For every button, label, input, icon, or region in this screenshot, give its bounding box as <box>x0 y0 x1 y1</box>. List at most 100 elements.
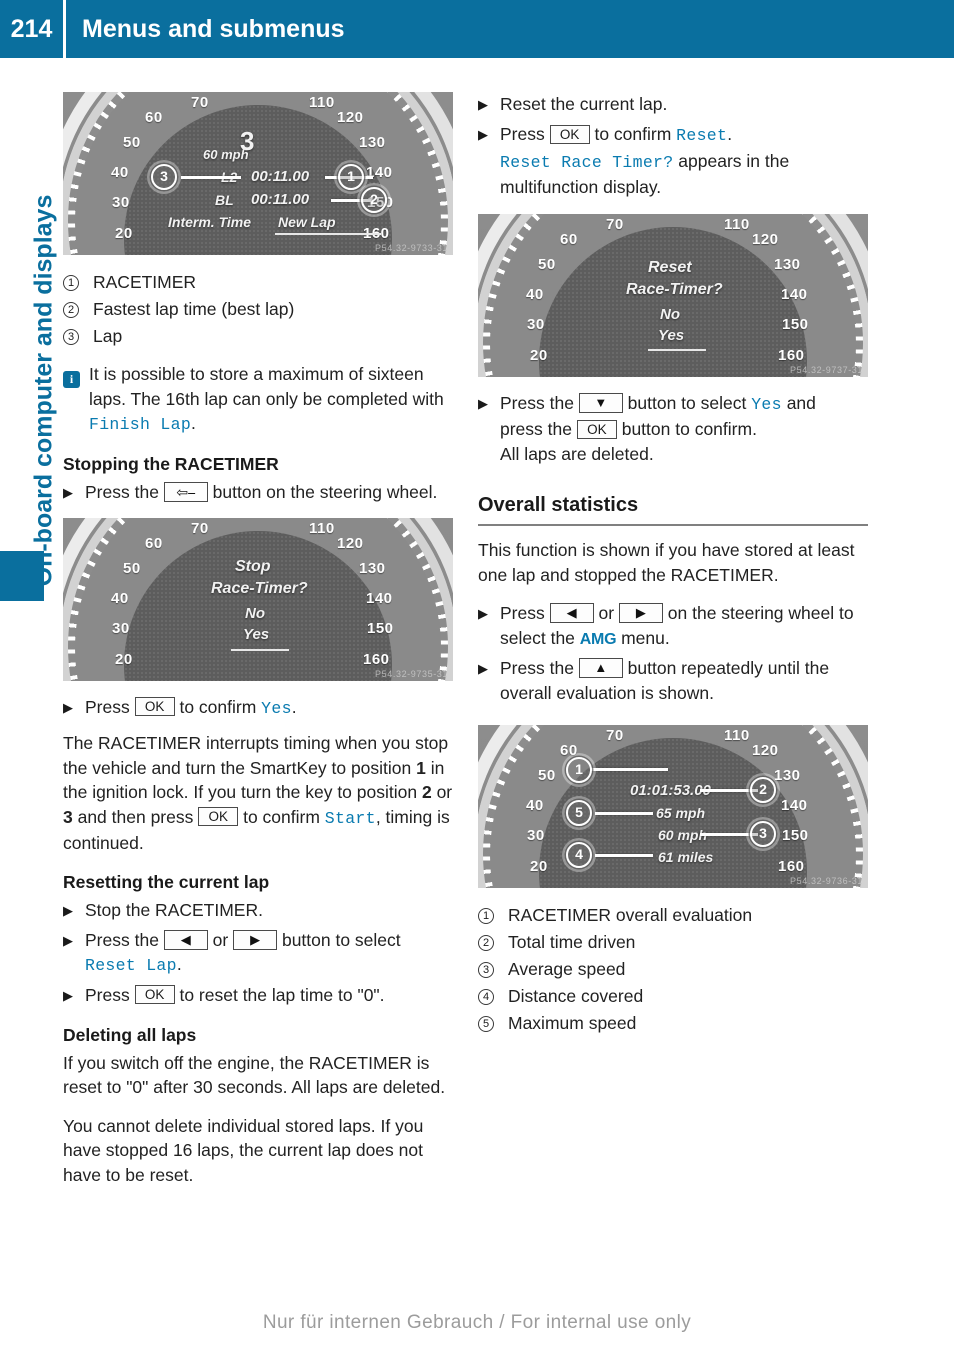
tick-70: 70 <box>606 727 624 744</box>
display-term-amg: AMG <box>579 630 617 648</box>
tick-40: 40 <box>111 589 129 607</box>
step-stop-racetimer: ▶ Stop the RACETIMER. <box>63 898 453 924</box>
max-speed-value: 65 mph <box>656 805 706 821</box>
legend-item: 4 Distance covered <box>478 983 868 1010</box>
tick-110: 110 <box>309 94 335 111</box>
step-text-after: . <box>291 696 297 717</box>
step-text-end: . <box>176 954 182 974</box>
key-position-3: 3 <box>63 806 73 827</box>
step-text-after: . <box>727 124 733 144</box>
step-text: Reset the current lap. <box>500 94 668 114</box>
display-term-yes: Yes <box>261 698 292 718</box>
best-lap-label: BL <box>215 192 234 208</box>
page-header: 214 Menus and submenus <box>0 0 954 58</box>
tick-30: 30 <box>527 315 545 333</box>
heading-overall-statistics: Overall statistics <box>478 492 868 526</box>
step-bullet-icon: ▶ <box>63 484 73 500</box>
text-seg: The RACETIMER interrupts timing when you… <box>63 733 449 778</box>
legend-label: Distance covered <box>508 986 644 1006</box>
callout-number: 3 <box>478 956 508 983</box>
tick-150: 150 <box>367 619 394 637</box>
option-yes-selected: Yes <box>658 326 685 344</box>
chapter-sidebar: On-board computer and displays <box>0 58 63 1354</box>
tick-20: 20 <box>530 346 548 364</box>
new-lap-label: New Lap <box>278 214 336 230</box>
right-arrow-button-icon: ▶ <box>618 603 663 624</box>
callout-5: 5 <box>566 800 592 826</box>
option-no: No <box>245 604 265 622</box>
ok-button-icon: OK <box>134 697 175 717</box>
paragraph-deleting-1: If you switch off the engine, the RACETI… <box>63 1052 446 1098</box>
step-text-before: Press <box>500 603 550 623</box>
paragraph-overall-intro: This function is shown if you have store… <box>478 540 855 585</box>
step-text-after: button to select <box>622 392 752 413</box>
callout-3: 3 <box>151 164 177 190</box>
step-text-after: button to select <box>277 929 401 950</box>
tick-50: 50 <box>538 767 556 784</box>
tick-20: 20 <box>115 650 133 668</box>
current-speed: 60 mph <box>203 147 249 162</box>
legend-label: Maximum speed <box>508 1013 637 1033</box>
back-arrow-button-icon: ⇦⎯ <box>163 481 208 502</box>
step-text-or: or <box>207 929 234 950</box>
page-title: Menus and submenus <box>82 14 345 43</box>
step-text: Press the ⇦⎯ button on the steering whee… <box>85 480 453 506</box>
tick-70: 70 <box>606 215 624 233</box>
step-confirm-yes: ▶ Press OK to confirm Yes. <box>63 695 453 722</box>
tick-60: 60 <box>145 534 163 552</box>
step-bullet-icon: ▶ <box>63 932 73 948</box>
note-text-before: It is possible to store a maximum of six… <box>89 364 444 409</box>
tick-20: 20 <box>115 225 133 242</box>
callout-number: 5 <box>478 1010 508 1037</box>
step-bullet-icon: ▶ <box>63 699 73 715</box>
image-watermark: P54.32-9736-31 <box>790 876 863 886</box>
legend-label: Total time driven <box>508 932 636 952</box>
tick-150: 150 <box>782 827 809 844</box>
instrument-cluster-image-overall-statistics: 70 110 60 120 50 130 40 140 30 150 20 16… <box>478 725 868 888</box>
tick-50: 50 <box>538 255 556 273</box>
legend-item: 1 RACETIMER overall evaluation <box>478 902 868 929</box>
heading-deleting-all-laps: Deleting all laps <box>63 1024 197 1045</box>
ok-button-icon: OK <box>576 419 617 439</box>
tick-130: 130 <box>774 255 801 273</box>
step-text: Press OK to confirm Reset. Reset Race Tim… <box>500 122 868 200</box>
step-text-line2-after: button to confirm. <box>616 419 757 439</box>
down-arrow-button-icon: ▼ <box>578 392 623 413</box>
legend-label: RACETIMER overall evaluation <box>508 905 753 925</box>
tick-110: 110 <box>724 215 750 233</box>
prompt-line1: Reset <box>648 258 692 276</box>
image4-legend: 1 RACETIMER overall evaluation 2 Total t… <box>478 902 868 1037</box>
legend-label: Average speed <box>508 959 626 979</box>
step-bullet-icon: ▶ <box>478 606 488 621</box>
text-seg: and then press <box>72 806 199 827</box>
tick-110: 110 <box>724 727 750 744</box>
instrument-cluster-image-reset-racetimer: 70 110 60 120 50 130 40 140 30 150 20 16… <box>478 213 868 377</box>
tick-130: 130 <box>359 559 386 577</box>
prompt-line2: Race-Timer? <box>626 280 723 298</box>
tick-160: 160 <box>363 650 390 668</box>
step-confirm-reset: ▶ Press OK to confirm Reset. Reset Race T… <box>478 122 868 200</box>
callout-number: 2 <box>478 929 508 956</box>
tick-150: 150 <box>782 315 809 333</box>
step-select-reset-lap: ▶ Press the ◀ or ▶ button to select Rese… <box>63 928 453 979</box>
paragraph-deleting-2: You cannot delete individual stored laps… <box>63 1115 424 1185</box>
step-text: Press the ▼ button to select Yes and pres… <box>500 391 868 467</box>
left-arrow-button-icon: ◀ <box>549 603 594 624</box>
step-press-ok-reset: ▶ Press OK to reset the lap time to "0". <box>63 983 453 1009</box>
tick-70: 70 <box>191 94 209 111</box>
up-arrow-button-icon: ▲ <box>578 658 623 679</box>
callout-number: 3 <box>63 323 93 350</box>
prompt-line1: Stop <box>235 557 271 575</box>
step-text-middle: to confirm <box>589 124 677 144</box>
tick-30: 30 <box>112 194 130 211</box>
step-text-before: Press the <box>500 658 579 678</box>
step-reset-current-lap: ▶ Reset the current lap. <box>478 92 868 118</box>
image-watermark: P54.32-9733-31 <box>375 243 448 253</box>
step-text-line3: All laps are deleted. <box>500 443 654 464</box>
ok-button-icon: OK <box>549 124 590 144</box>
display-term-reset-race-timer: Reset Race Timer? <box>500 152 674 172</box>
prompt-line2: Race-Timer? <box>211 579 308 597</box>
callout-1: 1 <box>338 164 364 190</box>
step-press-up-until-overall: ▶ Press the ▲ button repeatedly until th… <box>478 656 868 705</box>
tick-70: 70 <box>191 519 209 537</box>
